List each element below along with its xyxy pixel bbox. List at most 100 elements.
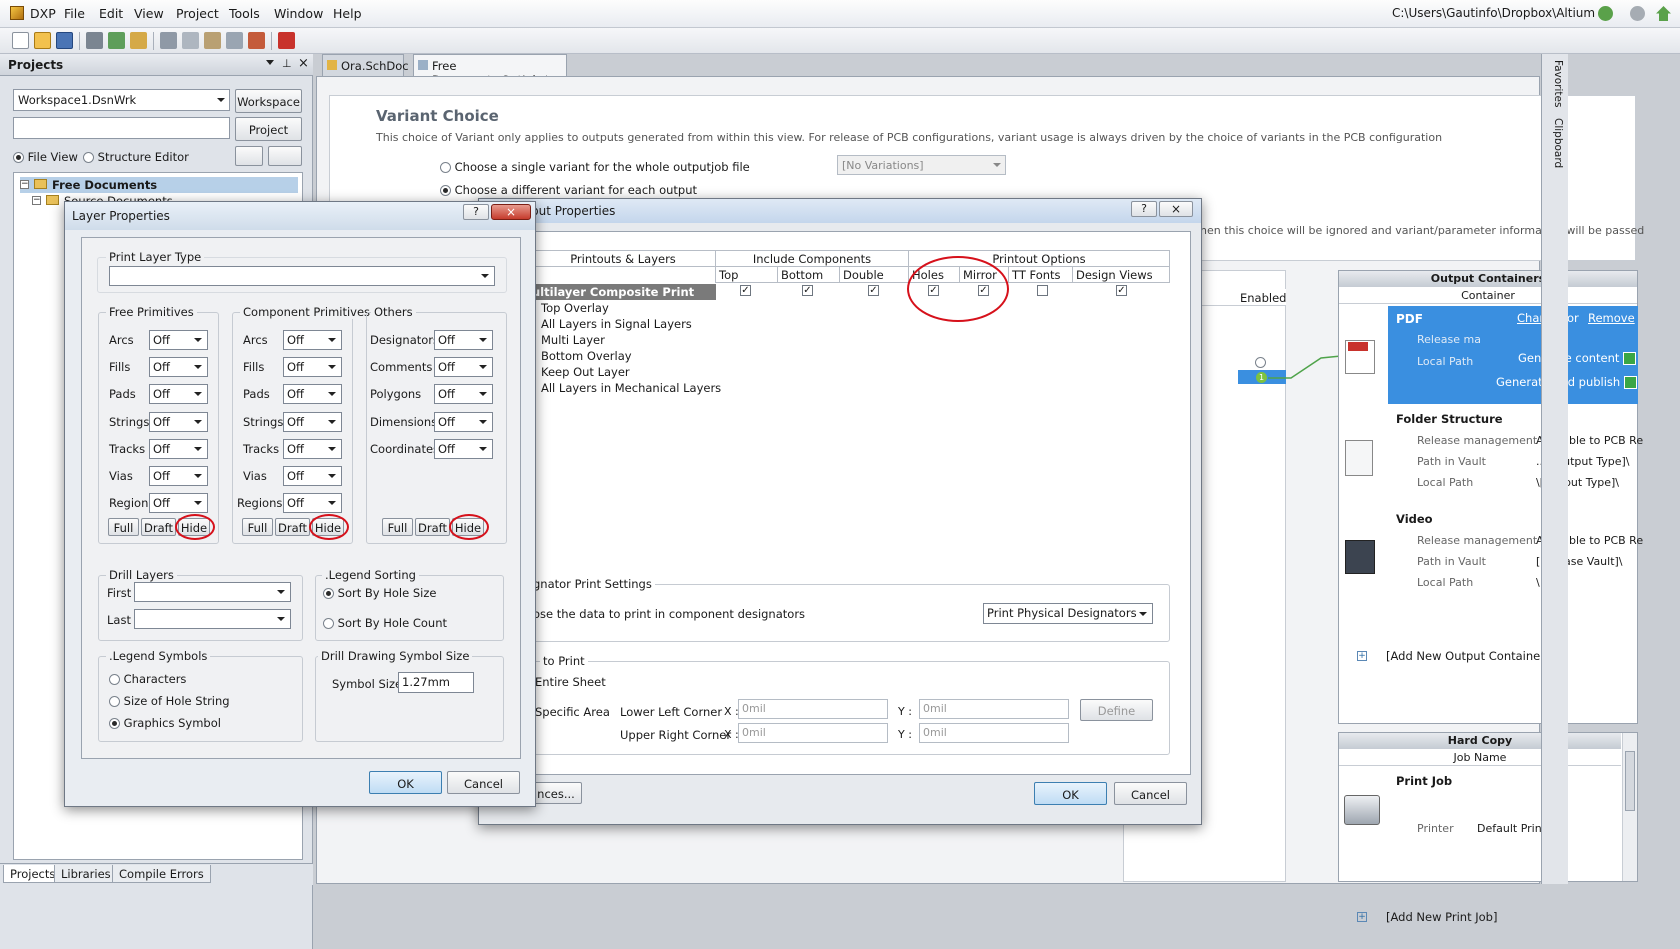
layers-icon-button[interactable] <box>235 146 263 166</box>
check-top[interactable]: ✓ <box>740 285 751 296</box>
check-tt-fonts[interactable] <box>1037 285 1048 296</box>
define-button[interactable]: Define <box>1080 699 1153 721</box>
comp-pads-select[interactable]: Off <box>283 384 342 404</box>
free-pads-select[interactable]: Off <box>149 384 208 404</box>
free-tracks-select[interactable]: Off <box>149 439 208 459</box>
layer-row[interactable]: All Layers in Signal Layers <box>541 317 692 331</box>
output-ok-button[interactable]: OK <box>1034 782 1107 805</box>
panel-menu-icon[interactable] <box>266 60 274 65</box>
new-icon[interactable] <box>12 32 29 49</box>
comp-tracks-select[interactable]: Off <box>283 439 342 459</box>
comp-strings-select[interactable]: Off <box>283 412 342 432</box>
tree-expand-icon[interactable]: − <box>32 196 41 205</box>
comp-draft-button[interactable]: Draft <box>275 518 310 536</box>
comp-full-button[interactable]: Full <box>242 518 273 536</box>
graphics-symbol-option[interactable]: Graphics Symbol <box>109 716 221 730</box>
back-icon[interactable] <box>1598 6 1613 21</box>
pdf-remove-link[interactable]: Remove <box>1588 311 1635 325</box>
free-vias-select[interactable]: Off <box>149 466 208 486</box>
rubber-stamp-icon[interactable] <box>226 32 243 49</box>
scroll-thumb[interactable] <box>1625 751 1635 811</box>
free-regions-select[interactable]: Off <box>149 493 208 513</box>
paste-icon[interactable] <box>204 32 221 49</box>
menu-file[interactable]: File <box>64 6 85 21</box>
last-layer-select[interactable] <box>134 609 291 629</box>
single-variant-option[interactable]: Choose a single variant for the whole ou… <box>440 160 750 174</box>
menu-project[interactable]: Project <box>176 6 219 21</box>
print-preview-icon[interactable] <box>108 32 125 49</box>
check-double-sided[interactable]: ✓ <box>868 285 879 296</box>
tab-ora-schdoc[interactable]: Ora.SchDoc <box>322 54 409 76</box>
close-button[interactable]: × <box>1159 201 1193 217</box>
hole-string-option[interactable]: Size of Hole String <box>109 694 230 708</box>
hard-copy-scrollbar[interactable] <box>1622 733 1637 881</box>
tab-compile-errors[interactable]: Compile Errors <box>112 865 211 883</box>
sort-hole-size-option[interactable]: Sort By Hole Size <box>323 586 436 600</box>
others-draft-button[interactable]: Draft <box>415 518 450 536</box>
specific-area-option[interactable]: Specific Area <box>535 705 610 719</box>
each-variant-option[interactable]: Choose a different variant for each outp… <box>440 183 697 197</box>
upper-right-x-input[interactable]: 0mil <box>738 723 888 743</box>
characters-option[interactable]: Characters <box>109 672 186 686</box>
add-container-icon[interactable]: + <box>1357 651 1367 661</box>
tree-root-row[interactable]: − Free Documents <box>20 177 298 193</box>
dxp-icon[interactable] <box>10 6 24 20</box>
comp-fills-select[interactable]: Off <box>283 357 342 377</box>
free-arcs-select[interactable]: Off <box>149 330 208 350</box>
dimensions-select[interactable]: Off <box>434 412 493 432</box>
path-combo[interactable]: C:\Users\Gautinfo\Dropbox\Altium <box>1392 4 1595 24</box>
print-layer-type-combo[interactable] <box>109 266 495 286</box>
layer-row[interactable]: Keep Out Layer <box>541 365 630 379</box>
clipboard-tab[interactable]: Clipboard <box>1546 118 1564 174</box>
check-bottom[interactable]: ✓ <box>802 285 813 296</box>
copy-icon[interactable] <box>182 32 199 49</box>
home-icon[interactable] <box>1656 6 1671 21</box>
menu-help[interactable]: Help <box>333 6 362 21</box>
workspace-combo[interactable]: Workspace1.DsnWrk <box>13 89 230 111</box>
save-icon[interactable] <box>56 32 73 49</box>
add-print-job-icon[interactable]: + <box>1357 912 1367 922</box>
free-fills-select[interactable]: Off <box>149 357 208 377</box>
browse-icon[interactable] <box>130 32 147 49</box>
menu-view[interactable]: View <box>134 6 164 21</box>
check-design-views[interactable]: ✓ <box>1116 285 1127 296</box>
print-icon[interactable] <box>86 32 103 49</box>
tools-icon[interactable] <box>248 32 265 49</box>
sort-hole-count-option[interactable]: Sort By Hole Count <box>323 616 447 630</box>
others-full-button[interactable]: Full <box>382 518 413 536</box>
help-button[interactable]: ? <box>1131 201 1157 217</box>
structure-editor-radio[interactable]: Structure Editor <box>83 150 189 164</box>
pin-icon[interactable]: ⊥ <box>282 57 292 70</box>
first-layer-select[interactable] <box>134 582 291 602</box>
output-cancel-button[interactable]: Cancel <box>1114 782 1187 805</box>
generate-content-link[interactable]: Generate content <box>1518 351 1637 365</box>
project-button[interactable]: Project <box>235 117 302 141</box>
menu-tools[interactable]: Tools <box>229 6 260 21</box>
document-options-button[interactable] <box>268 146 302 166</box>
close-button[interactable]: × <box>491 204 531 220</box>
add-output-container-link[interactable]: [Add New Output Container] <box>1386 649 1549 663</box>
designators-select[interactable]: Off <box>434 330 493 350</box>
forward-icon[interactable] <box>1630 6 1645 21</box>
enable-radio-off[interactable] <box>1255 357 1266 368</box>
layer-row[interactable]: Multi Layer <box>541 333 605 347</box>
layer-row[interactable]: All Layers in Mechanical Layers <box>541 381 721 395</box>
symbol-size-input[interactable]: 1.27mm <box>398 672 474 693</box>
comments-select[interactable]: Off <box>434 357 493 377</box>
file-view-radio[interactable]: File View <box>13 150 78 164</box>
workspace-button[interactable]: Workspace <box>235 89 302 113</box>
lower-left-x-input[interactable]: 0mil <box>738 699 888 719</box>
coordinates-select[interactable]: Off <box>434 439 493 459</box>
comp-vias-select[interactable]: Off <box>283 466 342 486</box>
add-print-job-link[interactable]: [Add New Print Job] <box>1386 910 1497 924</box>
free-strings-select[interactable]: Off <box>149 412 208 432</box>
polygons-select[interactable]: Off <box>434 384 493 404</box>
close-panel-icon[interactable]: × <box>298 56 309 71</box>
help-button[interactable]: ? <box>463 204 489 220</box>
free-full-button[interactable]: Full <box>108 518 139 536</box>
layer-ok-button[interactable]: OK <box>369 771 442 794</box>
lower-left-y-input[interactable]: 0mil <box>919 699 1069 719</box>
layer-row[interactable]: Bottom Overlay <box>541 349 632 363</box>
layer-cancel-button[interactable]: Cancel <box>447 771 520 794</box>
tree-expand-icon[interactable]: − <box>20 180 29 189</box>
